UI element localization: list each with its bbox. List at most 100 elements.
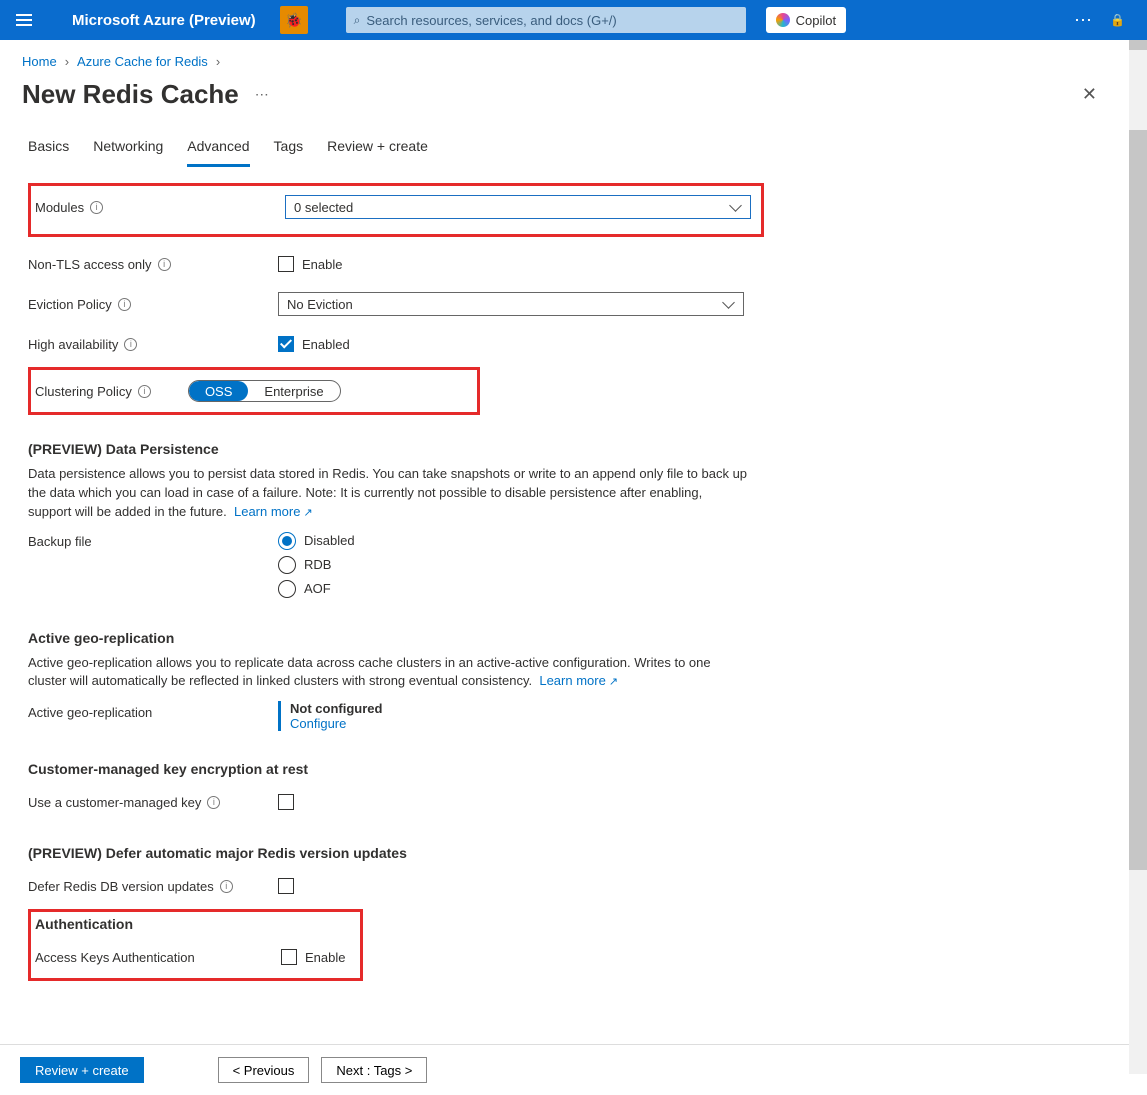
- defer-checkbox[interactable]: [278, 878, 294, 894]
- breadcrumb: Home › Azure Cache for Redis ›: [0, 40, 1147, 75]
- tab-basics[interactable]: Basics: [28, 130, 69, 167]
- ha-value: Enabled: [302, 337, 350, 352]
- label-geo: Active geo-replication: [28, 701, 278, 735]
- eviction-value: No Eviction: [287, 297, 353, 312]
- info-icon[interactable]: i: [90, 201, 103, 214]
- radio-disabled[interactable]: [278, 532, 296, 550]
- clustering-enterprise[interactable]: Enterprise: [248, 381, 339, 401]
- label-auth: Access Keys Authentication: [35, 950, 281, 965]
- label-backup: Backup file: [28, 532, 278, 549]
- label-defer: Defer Redis DB version updates i: [28, 879, 278, 894]
- title-more-icon[interactable]: ⋯: [255, 86, 269, 103]
- title-row: New Redis Cache ⋯ ✕: [0, 75, 1147, 130]
- heading-persistence: (PREVIEW) Data Persistence: [28, 441, 1119, 457]
- row-cmk: Use a customer-managed key i: [28, 785, 1119, 819]
- scroll-thumb[interactable]: [1129, 40, 1147, 50]
- heading-geo: Active geo-replication: [28, 630, 1119, 646]
- scroll-thumb[interactable]: [1129, 130, 1147, 870]
- row-defer: Defer Redis DB version updates i: [28, 869, 1119, 903]
- heading-auth: Authentication: [35, 916, 356, 932]
- label-eviction: Eviction Policy i: [28, 297, 278, 312]
- topbar: Microsoft Azure (Preview) 🐞 ⌕ Copilot ⋯ …: [0, 0, 1147, 40]
- nontls-checkbox[interactable]: [278, 256, 294, 272]
- search-icon: ⌕: [354, 13, 361, 28]
- row-backup: Backup file Disabled RDB AOF: [28, 532, 1119, 604]
- eviction-dropdown[interactable]: No Eviction: [278, 292, 744, 316]
- auth-enable-label: Enable: [305, 950, 345, 965]
- brand-label[interactable]: Microsoft Azure (Preview): [72, 12, 256, 29]
- close-icon[interactable]: ✕: [1082, 84, 1097, 105]
- label-nontls: Non-TLS access only i: [28, 257, 278, 272]
- geo-configure-link[interactable]: Configure: [290, 716, 744, 731]
- tabs: Basics Networking Advanced Tags Review +…: [28, 130, 1119, 167]
- main-content: Basics Networking Advanced Tags Review +…: [0, 130, 1147, 1044]
- bug-icon: 🐞: [285, 12, 302, 29]
- breadcrumb-sep: ›: [65, 54, 69, 69]
- breadcrumb-service[interactable]: Azure Cache for Redis: [77, 54, 208, 69]
- geo-not-configured: Not configured: [290, 701, 744, 716]
- highlight-modules: Modules i 0 selected: [28, 183, 764, 237]
- modules-dropdown[interactable]: 0 selected: [285, 195, 751, 219]
- lock-icon[interactable]: 🔒: [1110, 13, 1125, 27]
- desc-persistence: Data persistence allows you to persist d…: [28, 465, 748, 522]
- review-create-button[interactable]: Review + create: [20, 1057, 144, 1083]
- row-auth: Access Keys Authentication Enable: [35, 940, 356, 974]
- info-icon[interactable]: i: [124, 338, 137, 351]
- learn-more-geo[interactable]: Learn more: [539, 673, 618, 688]
- row-geo: Active geo-replication Not configured Co…: [28, 701, 1119, 735]
- label-modules: Modules i: [35, 200, 285, 215]
- heading-cmk: Customer-managed key encryption at rest: [28, 761, 1119, 777]
- tab-advanced[interactable]: Advanced: [187, 130, 249, 167]
- search-box[interactable]: ⌕: [346, 7, 746, 33]
- report-bug-button[interactable]: 🐞: [280, 6, 308, 34]
- hamburger-menu-icon[interactable]: [16, 10, 36, 30]
- radio-aof[interactable]: [278, 580, 296, 598]
- label-clustering: Clustering Policy i: [35, 384, 188, 399]
- info-icon[interactable]: i: [220, 880, 233, 893]
- modules-value: 0 selected: [294, 200, 353, 215]
- clustering-toggle: OSS Enterprise: [188, 380, 341, 402]
- auth-checkbox[interactable]: [281, 949, 297, 965]
- highlight-clustering: Clustering Policy i OSS Enterprise: [28, 367, 480, 415]
- cmk-checkbox[interactable]: [278, 794, 294, 810]
- label-ha: High availability i: [28, 337, 278, 352]
- search-input[interactable]: [366, 13, 737, 28]
- footer: Review + create < Previous Next : Tags >: [0, 1044, 1147, 1095]
- label-cmk: Use a customer-managed key i: [28, 795, 278, 810]
- heading-defer: (PREVIEW) Defer automatic major Redis ve…: [28, 845, 1119, 861]
- info-icon[interactable]: i: [207, 796, 220, 809]
- copilot-icon: [776, 13, 790, 27]
- copilot-button[interactable]: Copilot: [766, 7, 846, 33]
- row-ha: High availability i Enabled: [28, 327, 1119, 361]
- row-eviction: Eviction Policy i No Eviction: [28, 287, 1119, 321]
- clustering-oss[interactable]: OSS: [189, 381, 248, 401]
- breadcrumb-sep2: ›: [216, 54, 220, 69]
- info-icon[interactable]: i: [118, 298, 131, 311]
- radio-aof-label: AOF: [304, 581, 331, 596]
- radio-disabled-label: Disabled: [304, 533, 355, 548]
- row-nontls: Non-TLS access only i Enable: [28, 247, 1119, 281]
- more-icon[interactable]: ⋯: [1074, 10, 1094, 31]
- info-icon[interactable]: i: [158, 258, 171, 271]
- tab-networking[interactable]: Networking: [93, 130, 163, 167]
- breadcrumb-home[interactable]: Home: [22, 54, 57, 69]
- previous-button[interactable]: < Previous: [218, 1057, 310, 1083]
- scrollbar[interactable]: [1129, 40, 1147, 1074]
- tab-review[interactable]: Review + create: [327, 130, 428, 167]
- page-title: New Redis Cache: [22, 79, 239, 110]
- copilot-label: Copilot: [796, 13, 836, 28]
- next-button[interactable]: Next : Tags >: [321, 1057, 427, 1083]
- row-modules: Modules i 0 selected: [35, 190, 757, 224]
- desc-geo: Active geo-replication allows you to rep…: [28, 654, 748, 692]
- topbar-right: ⋯ 🔒: [1074, 10, 1139, 31]
- highlight-auth: Authentication Access Keys Authenticatio…: [28, 909, 363, 981]
- nontls-enable-label: Enable: [302, 257, 342, 272]
- info-icon[interactable]: i: [138, 385, 151, 398]
- radio-rdb[interactable]: [278, 556, 296, 574]
- radio-rdb-label: RDB: [304, 557, 331, 572]
- learn-more-persistence[interactable]: Learn more: [234, 504, 313, 519]
- row-clustering: Clustering Policy i OSS Enterprise: [35, 374, 473, 408]
- geo-status-block: Not configured Configure: [278, 701, 744, 731]
- ha-checkbox[interactable]: [278, 336, 294, 352]
- tab-tags[interactable]: Tags: [274, 130, 304, 167]
